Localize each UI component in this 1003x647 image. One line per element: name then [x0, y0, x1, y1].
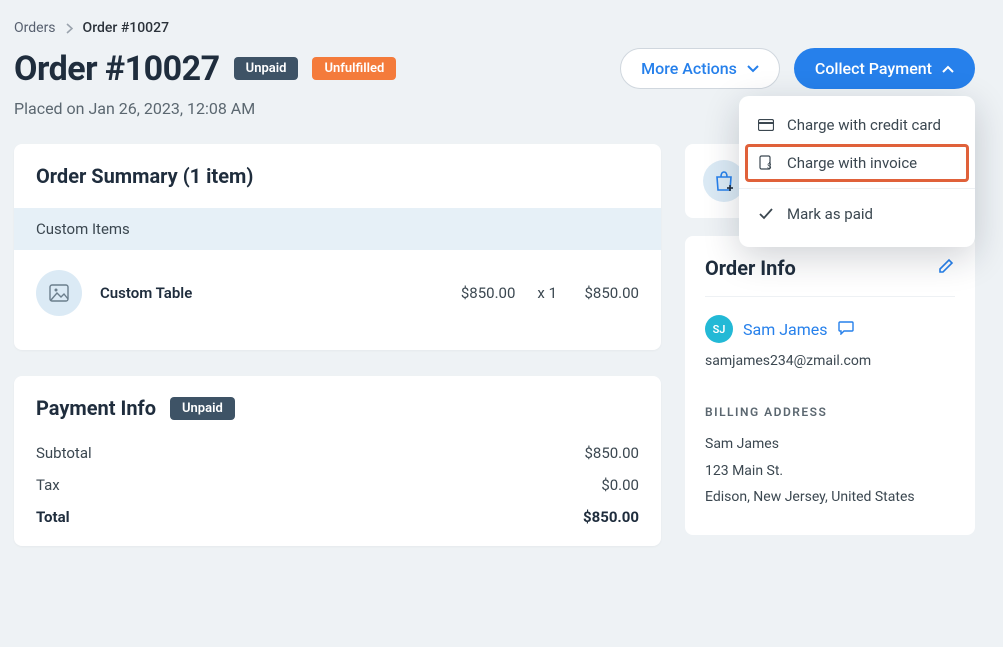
order-info-card: Order Info SJ Sam James samjames234@zmai…: [685, 236, 975, 535]
svg-text:$: $: [767, 162, 772, 171]
edit-order-info-button[interactable]: [937, 257, 955, 279]
avatar: SJ: [705, 315, 733, 343]
breadcrumb-current: Order #10027: [83, 20, 170, 36]
invoice-icon: $: [757, 155, 775, 171]
payment-row-subtotal: Subtotal $850.00: [36, 444, 639, 462]
order-info-title: Order Info: [705, 256, 796, 280]
billing-city-state: Edison, New Jersey, United States: [705, 484, 955, 511]
check-icon: [757, 208, 775, 220]
item-line-total: $850.00: [579, 284, 639, 302]
dropdown-mark-paid-label: Mark as paid: [787, 205, 873, 223]
pencil-icon: [937, 257, 955, 275]
order-item-row: Custom Table $850.00 x 1 $850.00: [14, 250, 661, 350]
tax-label: Tax: [36, 476, 60, 494]
item-thumb-placeholder: [36, 270, 82, 316]
chat-icon[interactable]: [838, 320, 854, 339]
chevron-down-icon: [747, 65, 759, 73]
collect-payment-button[interactable]: Collect Payment: [794, 48, 975, 89]
dropdown-separator: [739, 188, 975, 189]
tax-value: $0.00: [601, 476, 639, 494]
payment-status-badge: Unpaid: [170, 397, 235, 420]
customer-row[interactable]: SJ Sam James: [705, 315, 955, 343]
image-icon: [49, 284, 69, 302]
page-title: Order #10027: [14, 49, 220, 89]
chevron-up-icon: [942, 65, 954, 73]
total-label: Total: [36, 508, 70, 526]
status-badge-fulfillment: Unfulfilled: [312, 57, 396, 80]
subtotal-value: $850.00: [584, 444, 639, 462]
billing-street: 123 Main St.: [705, 458, 955, 485]
customer-email: samjames234@zmail.com: [705, 353, 955, 369]
payment-row-total: Total $850.00: [36, 508, 639, 526]
total-value: $850.00: [583, 508, 639, 526]
billing-address-label: BILLING ADDRESS: [705, 405, 955, 419]
order-summary-title: Order Summary (1 item): [36, 164, 639, 188]
page-header: Order #10027 Unpaid Unfulfilled More Act…: [14, 48, 975, 89]
item-unit-price: $850.00: [455, 284, 515, 302]
payment-info-card: Payment Info Unpaid Subtotal $850.00 Tax…: [14, 376, 661, 546]
customer-name: Sam James: [743, 320, 828, 339]
dropdown-mark-paid[interactable]: Mark as paid: [739, 195, 975, 233]
collect-payment-dropdown: Charge with credit card $ Charge with in…: [739, 96, 975, 247]
credit-card-icon: [757, 119, 775, 131]
breadcrumb-root[interactable]: Orders: [14, 20, 56, 36]
dropdown-charge-credit-label: Charge with credit card: [787, 116, 941, 134]
item-qty: x 1: [537, 284, 557, 302]
more-actions-button[interactable]: More Actions: [620, 48, 780, 89]
dropdown-charge-invoice-label: Charge with invoice: [787, 154, 917, 172]
breadcrumb: Orders Order #10027: [14, 20, 975, 36]
subtotal-label: Subtotal: [36, 444, 92, 462]
status-badge-payment: Unpaid: [234, 57, 299, 80]
payment-info-title: Payment Info: [36, 396, 156, 420]
collect-payment-label: Collect Payment: [815, 59, 932, 78]
dropdown-charge-credit[interactable]: Charge with credit card: [739, 106, 975, 144]
billing-name: Sam James: [705, 431, 955, 458]
more-actions-label: More Actions: [641, 59, 737, 78]
chevron-right-icon: [66, 23, 73, 34]
item-name: Custom Table: [100, 284, 437, 302]
custom-items-header: Custom Items: [14, 208, 661, 250]
order-summary-card: Order Summary (1 item) Custom Items Cust…: [14, 144, 661, 350]
payment-row-tax: Tax $0.00: [36, 476, 639, 494]
dropdown-charge-invoice[interactable]: $ Charge with invoice: [745, 144, 969, 182]
